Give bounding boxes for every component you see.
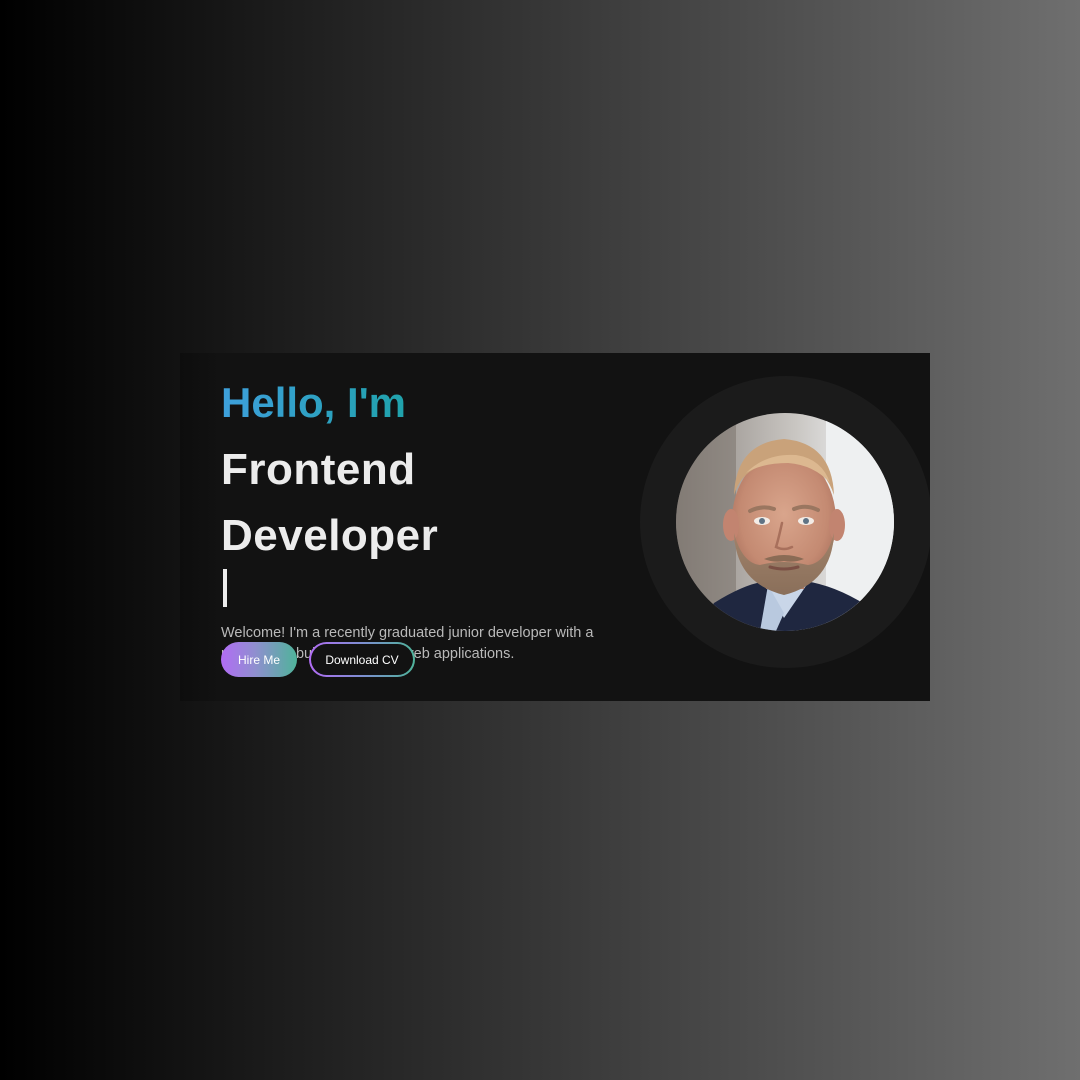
download-cv-label: Download CV bbox=[311, 644, 413, 675]
role-line-1: Frontend bbox=[221, 445, 416, 494]
download-cv-button[interactable]: Download CV bbox=[309, 642, 415, 677]
role-line-2: Developer bbox=[221, 503, 621, 607]
hire-me-button[interactable]: Hire Me bbox=[221, 642, 297, 677]
role-line-2-text: Developer bbox=[221, 511, 439, 560]
profile-photo bbox=[676, 413, 894, 631]
hero-section: Hello, I'm Frontend Developer Welcome! I… bbox=[180, 353, 930, 701]
role-heading: Frontend Developer bbox=[221, 437, 621, 607]
typing-caret bbox=[223, 569, 227, 607]
profile-photo-illustration bbox=[676, 413, 894, 631]
portrait-ring bbox=[640, 376, 930, 668]
greeting-heading: Hello, I'm bbox=[221, 373, 621, 433]
hero-actions: Hire Me Download CV bbox=[221, 642, 415, 677]
hero-text: Hello, I'm Frontend Developer Welcome! I… bbox=[221, 373, 621, 665]
